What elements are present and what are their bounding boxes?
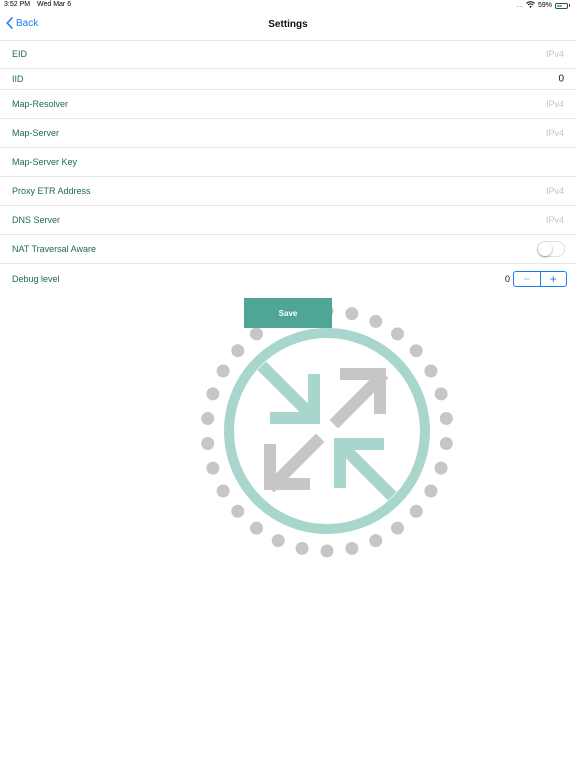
debug-level-stepper: − +	[513, 270, 567, 287]
toggle-knob	[538, 242, 552, 256]
map-server-key-input[interactable]	[364, 157, 564, 167]
row-debug-level: Debug level 0 − +	[0, 264, 576, 293]
ring-dot	[250, 327, 263, 341]
ring-dot	[409, 344, 423, 358]
battery-nub	[569, 4, 570, 7]
ring-dot	[345, 541, 359, 555]
debug-level-label: Debug level	[12, 273, 60, 284]
row-iid: IID	[0, 69, 576, 90]
row-map-resolver: Map-Resolver	[0, 90, 576, 119]
iid-input[interactable]	[364, 73, 564, 85]
ring-dot	[320, 544, 334, 558]
arrow-inward-bottom-right	[334, 438, 397, 501]
ring-dot	[216, 484, 230, 498]
ring-dot	[271, 534, 285, 548]
battery-fill	[557, 4, 562, 7]
proxy-etr-input[interactable]	[364, 186, 564, 196]
ring-dot	[250, 521, 263, 535]
ring-dot	[369, 314, 383, 328]
iid-label: IID	[12, 74, 24, 84]
ring-dot	[206, 387, 220, 401]
status-indicators: .... 59%	[516, 1, 570, 10]
ring-dot	[345, 307, 359, 321]
ring-dot	[409, 504, 423, 518]
ring-dot	[295, 541, 309, 555]
dns-server-label: DNS Server	[12, 215, 61, 225]
wifi-icon	[526, 1, 535, 10]
ring-dot	[201, 437, 215, 450]
row-proxy-etr: Proxy ETR Address	[0, 177, 576, 206]
status-date: Wed Mar 6	[37, 1, 72, 8]
arrow-outward-bottom-left	[264, 433, 325, 493]
dot-ring	[201, 304, 453, 558]
settings-screen: 3:52 PM Wed Mar 6 .... 59% Back Settings…	[0, 0, 576, 768]
map-server-key-label: Map-Server Key	[12, 157, 78, 167]
nat-traversal-label: NAT Traversal Aware	[12, 244, 97, 254]
decrement-button[interactable]: −	[514, 271, 541, 286]
proxy-etr-label: Proxy ETR Address	[12, 186, 91, 196]
navigation-bar: Back Settings	[0, 11, 576, 41]
ring-dot	[439, 437, 453, 450]
page-title: Settings	[268, 19, 308, 30]
save-button[interactable]: Save	[244, 298, 332, 328]
arrow-outward-top-right	[329, 368, 389, 429]
dns-server-input[interactable]	[364, 215, 564, 225]
row-map-server-key: Map-Server Key	[0, 148, 576, 177]
ring-dot	[424, 364, 438, 378]
ring-dot	[391, 327, 404, 341]
ring-dot	[231, 504, 245, 518]
increment-button[interactable]: +	[541, 272, 567, 286]
row-nat-traversal: NAT Traversal Aware	[0, 235, 576, 264]
status-time: 3:52 PM	[4, 1, 31, 8]
map-server-label: Map-Server	[12, 128, 60, 138]
ring-dot	[434, 387, 448, 401]
network-arrows-logo	[201, 304, 453, 558]
eid-label: EID	[12, 49, 28, 59]
eid-input[interactable]	[364, 49, 564, 59]
ring-dot	[424, 484, 438, 498]
ring-dot	[434, 461, 448, 475]
ring-dot	[231, 344, 245, 358]
map-resolver-label: Map-Resolver	[12, 99, 69, 109]
ring-dot	[206, 461, 220, 475]
logo-ring	[224, 328, 430, 534]
battery-percent: 59%	[537, 2, 552, 9]
debug-level-value: 0	[504, 273, 510, 284]
map-resolver-input[interactable]	[364, 99, 564, 109]
battery-icon	[555, 2, 568, 9]
map-server-input[interactable]	[364, 128, 564, 138]
settings-list: EID IID Map-Resolver Map-Server Map-Serv…	[0, 40, 576, 293]
ring-dot	[391, 521, 404, 535]
cellular-signal-icon: ....	[516, 2, 523, 9]
status-bar: 3:52 PM Wed Mar 6 .... 59%	[0, 0, 576, 11]
row-dns-server: DNS Server	[0, 206, 576, 235]
row-eid: EID	[0, 40, 576, 69]
ring-dot	[216, 364, 230, 378]
ring-dot	[201, 412, 215, 425]
arrow-inward-top-left	[257, 361, 320, 424]
ring-dot	[439, 412, 453, 425]
ring-dot	[369, 534, 383, 548]
row-map-server: Map-Server	[0, 119, 576, 148]
nat-traversal-toggle[interactable]	[537, 241, 565, 257]
